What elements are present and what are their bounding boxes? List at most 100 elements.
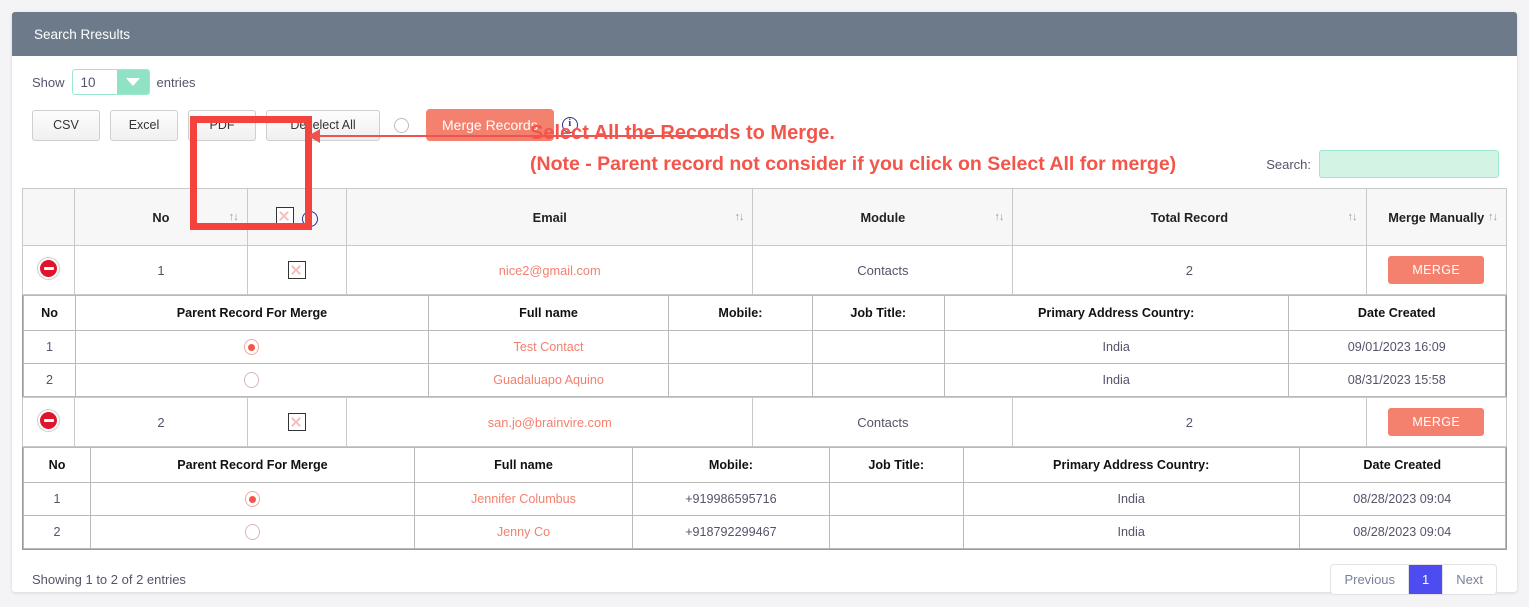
child-no: 1 [22, 482, 92, 516]
child-row: 2 Jenny Co +918792299467 India 08/28/202… [22, 515, 1507, 549]
child-col-no: No [22, 295, 77, 331]
child-col-job-title: Job Title: [828, 447, 964, 483]
child-mobile [668, 330, 813, 364]
length-menu-row: Show 10 entries [22, 56, 1507, 100]
child-col-no: No [22, 447, 92, 483]
page-length-select[interactable]: 10 [71, 69, 150, 95]
row-no: 1 [74, 245, 248, 295]
parent-record-radio[interactable] [244, 339, 260, 355]
child-col-full-name: Full name [413, 447, 634, 483]
child-date-created: 08/28/2023 09:04 [1298, 482, 1507, 516]
child-no: 2 [22, 363, 77, 397]
results-table-row-2: 2 san.jo@brainvire.com Contacts 2 MERGE [21, 397, 1507, 447]
showing-entries-info: Showing 1 to 2 of 2 entries [32, 572, 186, 587]
table-footer: Showing 1 to 2 of 2 entries Previous 1 N… [22, 550, 1507, 595]
row-total-record: 2 [1012, 245, 1367, 295]
child-full-name[interactable]: Guadaluapo Aquino [427, 363, 670, 397]
child-job-title [811, 330, 945, 364]
child-full-name[interactable]: Jennifer Columbus [413, 482, 634, 516]
search-input[interactable] [1319, 150, 1499, 178]
panel-header: Search Rresults [12, 12, 1517, 56]
annotation-text: Select All the Records to Merge. (Note -… [530, 118, 1176, 180]
child-col-parent-record: Parent Record For Merge [75, 295, 429, 331]
page-length-value: 10 [80, 74, 96, 90]
child-full-name[interactable]: Test Contact [427, 330, 670, 364]
child-country: India [962, 482, 1300, 516]
child-job-title [828, 515, 964, 549]
parent-record-radio[interactable] [244, 524, 260, 540]
child-table: No Parent Record For Merge Full name Mob… [22, 295, 1507, 397]
collapse-minus-icon[interactable] [40, 412, 58, 429]
export-csv-button[interactable]: CSV [32, 109, 100, 141]
pagination-previous[interactable]: Previous [1331, 565, 1410, 594]
merge-button[interactable]: MERGE [1388, 256, 1485, 284]
child-row: 1 Test Contact India 09/01/2023 16:09 [22, 330, 1507, 364]
row-total-record: 2 [1012, 397, 1367, 447]
child-date-created: 09/01/2023 16:09 [1287, 330, 1507, 364]
table-row: 1 nice2@gmail.com Contacts 2 MERGE [21, 245, 1507, 295]
child-col-parent-record: Parent Record For Merge [90, 447, 415, 483]
row-checkbox[interactable] [287, 413, 306, 431]
parent-record-radio[interactable] [244, 491, 260, 507]
panel-body: Show 10 entries CSV Excel PDF Deselect A… [12, 56, 1517, 595]
child-col-full-name: Full name [427, 295, 670, 331]
export-excel-button[interactable]: Excel [110, 109, 178, 141]
sort-updown-icon[interactable]: ↑↓ [1348, 211, 1358, 223]
child-col-job-title: Job Title: [811, 295, 945, 331]
row-merge-cell: MERGE [1365, 245, 1507, 295]
page-title: Search Rresults [34, 26, 131, 42]
col-email[interactable]: Email ↑↓ [346, 188, 754, 246]
sort-updown-icon[interactable]: ↑↓ [734, 211, 744, 223]
col-expand [21, 188, 76, 246]
child-col-date-created: Date Created [1287, 295, 1507, 331]
child-country: India [943, 330, 1289, 364]
child-header-row: No Parent Record For Merge Full name Mob… [22, 295, 1507, 331]
child-col-date-created: Date Created [1298, 447, 1507, 483]
merge-button[interactable]: MERGE [1388, 408, 1485, 436]
child-header-row: No Parent Record For Merge Full name Mob… [22, 447, 1507, 483]
child-parent-radio-cell[interactable] [90, 515, 415, 549]
entries-label: entries [156, 74, 196, 90]
col-merge-manually[interactable]: Merge Manually ↑↓ [1365, 188, 1507, 246]
child-no: 2 [22, 515, 92, 549]
child-job-title [811, 363, 945, 397]
annotation-highlight-box [190, 116, 312, 230]
child-no: 1 [22, 330, 77, 364]
child-parent-radio-cell[interactable] [75, 363, 429, 397]
child-col-country: Primary Address Country: [962, 447, 1300, 483]
child-row: 1 Jennifer Columbus +919986595716 India … [22, 482, 1507, 516]
row-checkbox-cell[interactable] [246, 245, 348, 295]
row-no: 2 [74, 397, 248, 447]
child-mobile [668, 363, 813, 397]
collapse-minus-icon[interactable] [40, 260, 58, 277]
row-email[interactable]: nice2@gmail.com [346, 245, 754, 295]
child-date-created: 08/31/2023 15:58 [1287, 363, 1507, 397]
row-module: Contacts [752, 245, 1014, 295]
child-full-name[interactable]: Jenny Co [413, 515, 634, 549]
pagination-page-1[interactable]: 1 [1409, 565, 1444, 594]
col-module[interactable]: Module ↑↓ [752, 188, 1014, 246]
pagination: Previous 1 Next [1330, 564, 1497, 595]
child-country: India [943, 363, 1289, 397]
child-col-mobile: Mobile: [632, 447, 830, 483]
row-checkbox-cell[interactable] [246, 397, 348, 447]
row-collapse-cell[interactable] [21, 397, 76, 447]
child-parent-radio-cell[interactable] [75, 330, 429, 364]
pagination-next[interactable]: Next [1443, 565, 1496, 594]
chevron-down-icon[interactable] [116, 70, 149, 94]
child-col-mobile: Mobile: [668, 295, 813, 331]
child-date-created: 08/28/2023 09:04 [1298, 515, 1507, 549]
child-parent-radio-cell[interactable] [90, 482, 415, 516]
sort-updown-icon[interactable]: ↑↓ [994, 211, 1004, 223]
row-module: Contacts [752, 397, 1014, 447]
child-col-country: Primary Address Country: [943, 295, 1289, 331]
row-checkbox[interactable] [287, 261, 306, 279]
row-collapse-cell[interactable] [21, 245, 76, 295]
child-job-title [828, 482, 964, 516]
table-row: 2 san.jo@brainvire.com Contacts 2 MERGE [21, 397, 1507, 447]
sort-updown-icon[interactable]: ↑↓ [1488, 211, 1498, 223]
col-total-record[interactable]: Total Record ↑↓ [1012, 188, 1367, 246]
row-email[interactable]: san.jo@brainvire.com [346, 397, 754, 447]
parent-record-radio[interactable] [244, 372, 260, 388]
child-mobile: +919986595716 [632, 482, 830, 516]
